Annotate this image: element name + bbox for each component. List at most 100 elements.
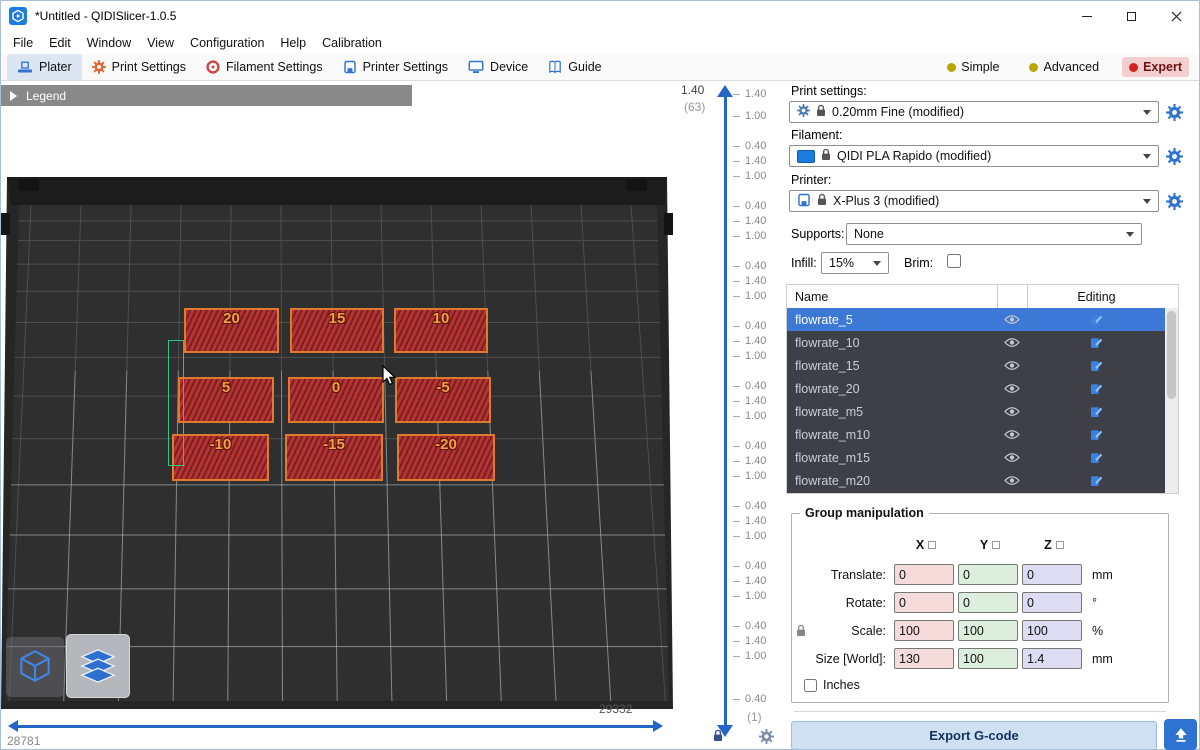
tab-filament-settings[interactable]: Filament Settings: [196, 54, 333, 80]
scale-z-input[interactable]: [1022, 620, 1082, 641]
edit-icon[interactable]: [1027, 382, 1165, 395]
menu-calibration[interactable]: Calibration: [314, 33, 390, 53]
export-gcode-button[interactable]: Export G-code: [791, 721, 1157, 750]
object-row-flowrate_m5[interactable]: flowrate_m5: [787, 400, 1165, 423]
layer-lock-icon[interactable]: [713, 729, 723, 745]
object-row-flowrate_5[interactable]: flowrate_5: [787, 308, 1165, 331]
object-list-scrollbar[interactable]: [1165, 308, 1178, 493]
axis-header: XYZ: [792, 538, 1168, 552]
tab-print-settings[interactable]: Print Settings: [82, 54, 196, 80]
printer-gear-button[interactable]: [1166, 193, 1184, 211]
mode-expert[interactable]: Expert: [1122, 57, 1189, 77]
mode-simple[interactable]: Simple: [940, 57, 1006, 77]
patch-label: 10: [433, 311, 450, 326]
model-patch--20[interactable]: -20: [397, 434, 495, 481]
eye-icon[interactable]: [997, 360, 1027, 371]
size-x-input[interactable]: [894, 648, 954, 669]
model-patch--15[interactable]: -15: [285, 434, 383, 481]
model-patch--5[interactable]: -5: [395, 377, 491, 423]
edit-icon[interactable]: [1027, 359, 1165, 372]
mode-advanced[interactable]: Advanced: [1022, 57, 1106, 77]
view-preview-button[interactable]: [66, 634, 130, 698]
gcode-slider[interactable]: [17, 725, 653, 728]
brim-checkbox[interactable]: [947, 254, 961, 268]
supports-select[interactable]: None: [846, 223, 1142, 245]
tab-device[interactable]: Device: [458, 54, 538, 80]
eye-icon[interactable]: [997, 429, 1027, 440]
legend-toggle[interactable]: Legend: [1, 85, 412, 106]
layer-slider: 1.40 (63) 1.401.000.401.401.000.401.401.…: [673, 81, 784, 749]
app-window: *Untitled - QIDISlicer-1.0.5 FileEditWin…: [0, 0, 1200, 750]
printer-label: Printer:: [791, 173, 831, 187]
eye-icon[interactable]: [997, 314, 1027, 325]
infill-select[interactable]: 15%: [821, 252, 889, 274]
eye-icon[interactable]: [997, 406, 1027, 417]
close-button[interactable]: [1154, 1, 1199, 31]
layer-tick: 0.40: [733, 260, 766, 272]
model-patch-20[interactable]: 20: [184, 308, 279, 353]
object-row-flowrate_20[interactable]: flowrate_20: [787, 377, 1165, 400]
scale-y-input[interactable]: [958, 620, 1018, 641]
eye-icon[interactable]: [997, 452, 1027, 463]
menu-window[interactable]: Window: [79, 33, 139, 53]
translate-x-input[interactable]: [894, 564, 954, 585]
edit-icon[interactable]: [1027, 313, 1165, 326]
uniform-scale-lock-icon[interactable]: [792, 624, 810, 637]
menu-view[interactable]: View: [139, 33, 182, 53]
scrollbar-thumb[interactable]: [1167, 311, 1176, 399]
object-row-flowrate_m20[interactable]: flowrate_m20: [787, 469, 1165, 492]
layer-slider-track[interactable]: [724, 97, 727, 725]
edit-icon[interactable]: [1027, 451, 1165, 464]
scale-x-input[interactable]: [894, 620, 954, 641]
object-row-flowrate_10[interactable]: flowrate_10: [787, 331, 1165, 354]
object-row-flowrate_m15[interactable]: flowrate_m15: [787, 446, 1165, 469]
tab-guide[interactable]: Guide: [538, 54, 611, 80]
object-row-flowrate_m10[interactable]: flowrate_m10: [787, 423, 1165, 446]
layer-settings-gear-icon[interactable]: [759, 729, 774, 747]
edit-icon[interactable]: [1027, 474, 1165, 487]
viewport[interactable]: Legend 20151050-5-10-15-20 29332 28781: [1, 81, 673, 749]
rotate-z-input[interactable]: [1022, 592, 1082, 613]
size-z-input[interactable]: [1022, 648, 1082, 669]
menu-edit[interactable]: Edit: [41, 33, 79, 53]
rotate-x-input[interactable]: [894, 592, 954, 613]
minimize-button[interactable]: [1064, 1, 1109, 31]
model-patch-15[interactable]: 15: [290, 308, 384, 353]
model-patch-0[interactable]: 0: [288, 377, 384, 423]
object-list-body: flowrate_5 flowrate_10 flowrate_15 flowr…: [787, 308, 1178, 493]
eye-icon[interactable]: [997, 337, 1027, 348]
model-patch-10[interactable]: 10: [394, 308, 488, 353]
tab-plater[interactable]: Plater: [7, 54, 82, 80]
translate-y-input[interactable]: [958, 564, 1018, 585]
inches-toggle[interactable]: Inches: [804, 678, 860, 692]
model-patch--10[interactable]: -10: [172, 434, 269, 481]
model-patch-5[interactable]: 5: [178, 377, 274, 423]
menu-configuration[interactable]: Configuration: [182, 33, 272, 53]
send-to-printer-button[interactable]: [1164, 719, 1197, 750]
filament-select[interactable]: QIDI PLA Rapido (modified): [789, 145, 1159, 167]
print-settings-gear-button[interactable]: [1166, 104, 1184, 122]
edit-icon[interactable]: [1027, 428, 1165, 441]
eye-icon[interactable]: [997, 475, 1027, 486]
print-settings-select[interactable]: 0.20mm Fine (modified): [789, 101, 1159, 123]
inches-checkbox[interactable]: [804, 679, 817, 692]
edit-icon[interactable]: [1027, 405, 1165, 418]
printer-select[interactable]: X-Plus 3 (modified): [789, 190, 1159, 212]
menu-file[interactable]: File: [5, 33, 41, 53]
layer-slider-top-handle[interactable]: [717, 85, 733, 97]
filament-gear-button[interactable]: [1166, 148, 1184, 166]
translate-z-input[interactable]: [1022, 564, 1082, 585]
object-row-flowrate_15[interactable]: flowrate_15: [787, 354, 1165, 377]
tab-printer-settings[interactable]: Printer Settings: [333, 54, 458, 80]
rotate-y-input[interactable]: [958, 592, 1018, 613]
edit-icon[interactable]: [1027, 336, 1165, 349]
gcode-slider-right-arrow[interactable]: [653, 720, 663, 732]
expand-arrow-icon: [10, 91, 17, 101]
layer-tick: 0.40: [733, 320, 766, 332]
layer-tick: 0.40: [733, 620, 766, 632]
size-y-input[interactable]: [958, 648, 1018, 669]
eye-icon[interactable]: [997, 383, 1027, 394]
view-3d-button[interactable]: [6, 637, 64, 697]
menu-help[interactable]: Help: [272, 33, 314, 53]
maximize-button[interactable]: [1109, 1, 1154, 31]
